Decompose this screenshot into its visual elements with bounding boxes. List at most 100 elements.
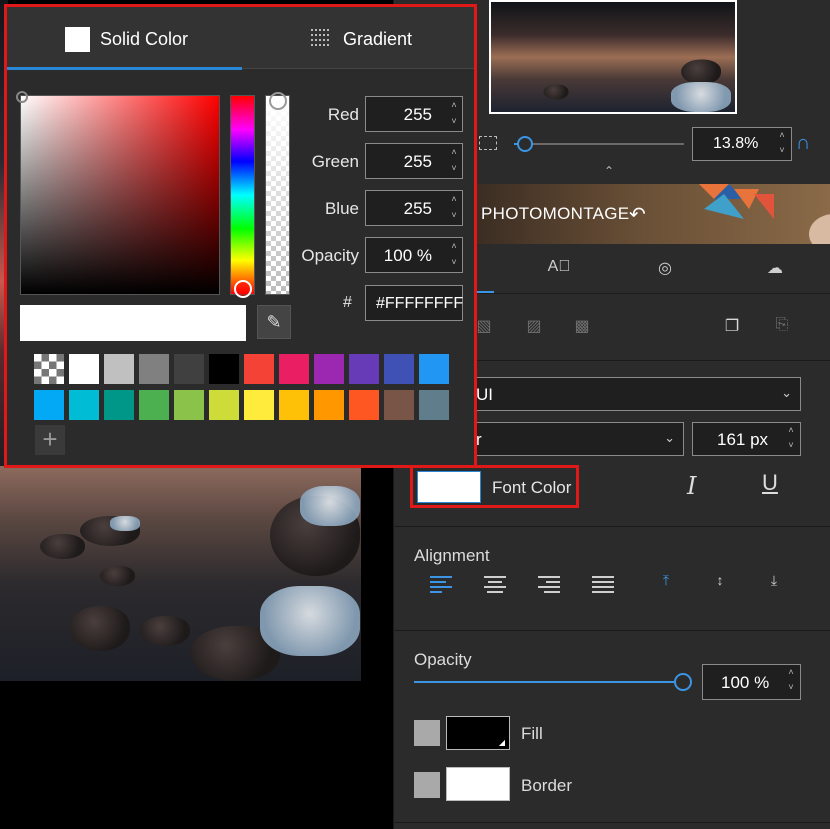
chevron-up-icon[interactable]: ˄ (773, 128, 791, 143)
fit-to-screen-icon[interactable] (479, 136, 497, 150)
color-swatch[interactable] (279, 354, 309, 384)
photomontage-banner[interactable]: PHOTOMONTAGE ↶ (469, 184, 830, 244)
hue-slider[interactable] (230, 95, 255, 298)
chevron-down-icon[interactable]: ˅ (446, 160, 462, 176)
red-spinner[interactable]: ˄ ˅ (446, 97, 462, 131)
chevron-up-icon[interactable]: ˄ (782, 665, 800, 680)
color-swatch[interactable] (209, 354, 239, 384)
undo-icon[interactable]: ↶ (629, 202, 646, 227)
effects-tab-icon[interactable]: ☁ (760, 258, 790, 284)
saturation-value-area[interactable] (16, 91, 220, 295)
color-swatch[interactable] (69, 390, 99, 420)
histogram-icon[interactable]: ∩ (796, 132, 822, 156)
color-swatch[interactable] (419, 354, 449, 384)
layer-back-icon[interactable]: ▧ (474, 316, 494, 338)
swatch-transparent[interactable] (34, 354, 64, 384)
opacity-slider-track[interactable] (414, 681, 676, 683)
chevron-down-icon[interactable]: ˅ (782, 680, 800, 695)
hue-slider-knob[interactable] (234, 280, 252, 298)
chevron-down-icon[interactable]: ˅ (446, 254, 462, 270)
color-swatch[interactable] (104, 354, 134, 384)
align-right-icon[interactable] (538, 576, 560, 594)
font-size-spinner[interactable]: ˄ ˅ (782, 423, 800, 455)
align-left-icon[interactable] (430, 576, 452, 594)
opacity-field-label: Opacity (301, 246, 359, 265)
align-top-icon[interactable]: ⤒ (656, 572, 676, 596)
color-swatch[interactable] (139, 354, 169, 384)
zoom-spinner[interactable]: ˄ ˅ (773, 128, 791, 160)
align-justify-icon[interactable] (592, 576, 614, 594)
color-swatch[interactable] (314, 354, 344, 384)
color-swatch[interactable] (139, 390, 169, 420)
color-swatch[interactable] (69, 354, 99, 384)
layer-forward-icon[interactable]: ▩ (572, 316, 592, 338)
chevron-up-icon[interactable]: ˄ (446, 238, 462, 254)
collapse-chevron-icon[interactable]: ⌃ (604, 164, 614, 178)
color-swatch[interactable] (174, 354, 204, 384)
font-family-select[interactable]: UI ⌄ (469, 377, 801, 411)
align-middle-icon[interactable]: ↕ (710, 572, 730, 596)
underline-button[interactable]: U (762, 470, 778, 496)
color-swatch[interactable] (34, 390, 64, 420)
badge-tab-icon[interactable]: ◎ (650, 258, 680, 284)
corner-triangle-icon: ◢ (498, 738, 505, 747)
chevron-up-icon[interactable]: ˄ (446, 191, 462, 207)
copy-icon[interactable]: ❐ (722, 316, 742, 338)
color-swatch[interactable] (244, 390, 274, 420)
opacity-field-input[interactable]: 100 % ˄ ˅ (365, 237, 463, 273)
chevron-up-icon[interactable]: ˄ (446, 97, 462, 113)
color-swatch[interactable] (209, 390, 239, 420)
chevron-down-icon[interactable]: ˅ (446, 207, 462, 223)
opacity-spinner[interactable]: ˄ ˅ (782, 665, 800, 699)
blue-input[interactable]: 255 ˄ ˅ (365, 190, 463, 226)
italic-button[interactable]: I (687, 472, 696, 500)
add-swatch-icon[interactable]: + (35, 425, 65, 455)
green-input[interactable]: 255 ˄ ˅ (365, 143, 463, 179)
color-swatch[interactable] (384, 390, 414, 420)
text-tab-icon[interactable]: A⃣ (544, 258, 574, 284)
chevron-down-icon[interactable]: ˅ (782, 438, 800, 453)
chevron-up-icon[interactable]: ˄ (782, 423, 800, 438)
font-size-input[interactable]: 161 px ˄ ˅ (692, 422, 801, 456)
color-swatch[interactable] (349, 390, 379, 420)
fill-color-swatch[interactable]: ◢ (446, 716, 510, 750)
fill-checkbox[interactable] (414, 720, 440, 746)
color-swatch[interactable] (349, 354, 379, 384)
tab-solid-color[interactable]: Solid Color (7, 7, 242, 69)
opacity-field-spinner[interactable]: ˄ ˅ (446, 238, 462, 272)
align-bottom-icon[interactable]: ⤓ (764, 572, 784, 596)
chevron-down-icon[interactable]: ˅ (773, 143, 791, 158)
paste-icon[interactable]: ⎘ (772, 316, 792, 338)
color-swatch[interactable] (279, 390, 309, 420)
color-swatch[interactable] (314, 390, 344, 420)
color-swatch[interactable] (419, 390, 449, 420)
zoom-slider-track[interactable] (514, 143, 684, 145)
zoom-slider-knob[interactable] (517, 136, 534, 152)
layer-backward-icon[interactable]: ▨ (524, 316, 544, 338)
opacity-slider-knob[interactable] (674, 673, 692, 691)
align-center-icon[interactable] (484, 576, 506, 594)
red-input[interactable]: 255 ˄ ˅ (365, 96, 463, 132)
blue-spinner[interactable]: ˄ ˅ (446, 191, 462, 225)
border-checkbox[interactable] (414, 772, 440, 798)
chevron-up-icon[interactable]: ˄ (446, 144, 462, 160)
font-color-swatch[interactable] (417, 471, 481, 503)
color-picker-popup: Solid Color Gradient Red 255 ˄ ˅ Green 25… (4, 4, 477, 468)
font-style-select[interactable]: r ⌄ (469, 422, 684, 456)
zoom-input[interactable]: 13.8% ˄ ˅ (692, 127, 792, 161)
font-color-control[interactable]: Font Color (410, 465, 579, 508)
eyedropper-icon[interactable]: ✎ (257, 305, 291, 339)
border-color-swatch[interactable] (446, 767, 510, 801)
color-swatch[interactable] (244, 354, 274, 384)
snow-shape (300, 486, 360, 526)
color-picker-dot[interactable] (16, 91, 28, 103)
green-spinner[interactable]: ˄ ˅ (446, 144, 462, 178)
hex-input[interactable]: #FFFFFFFF (365, 285, 463, 321)
color-swatch[interactable] (384, 354, 414, 384)
opacity-input[interactable]: 100 % ˄ ˅ (702, 664, 801, 700)
color-swatch[interactable] (104, 390, 134, 420)
navigator-thumbnail[interactable] (489, 0, 737, 114)
color-swatch[interactable] (174, 390, 204, 420)
tab-gradient[interactable]: Gradient (242, 7, 474, 69)
chevron-down-icon[interactable]: ˅ (446, 113, 462, 129)
